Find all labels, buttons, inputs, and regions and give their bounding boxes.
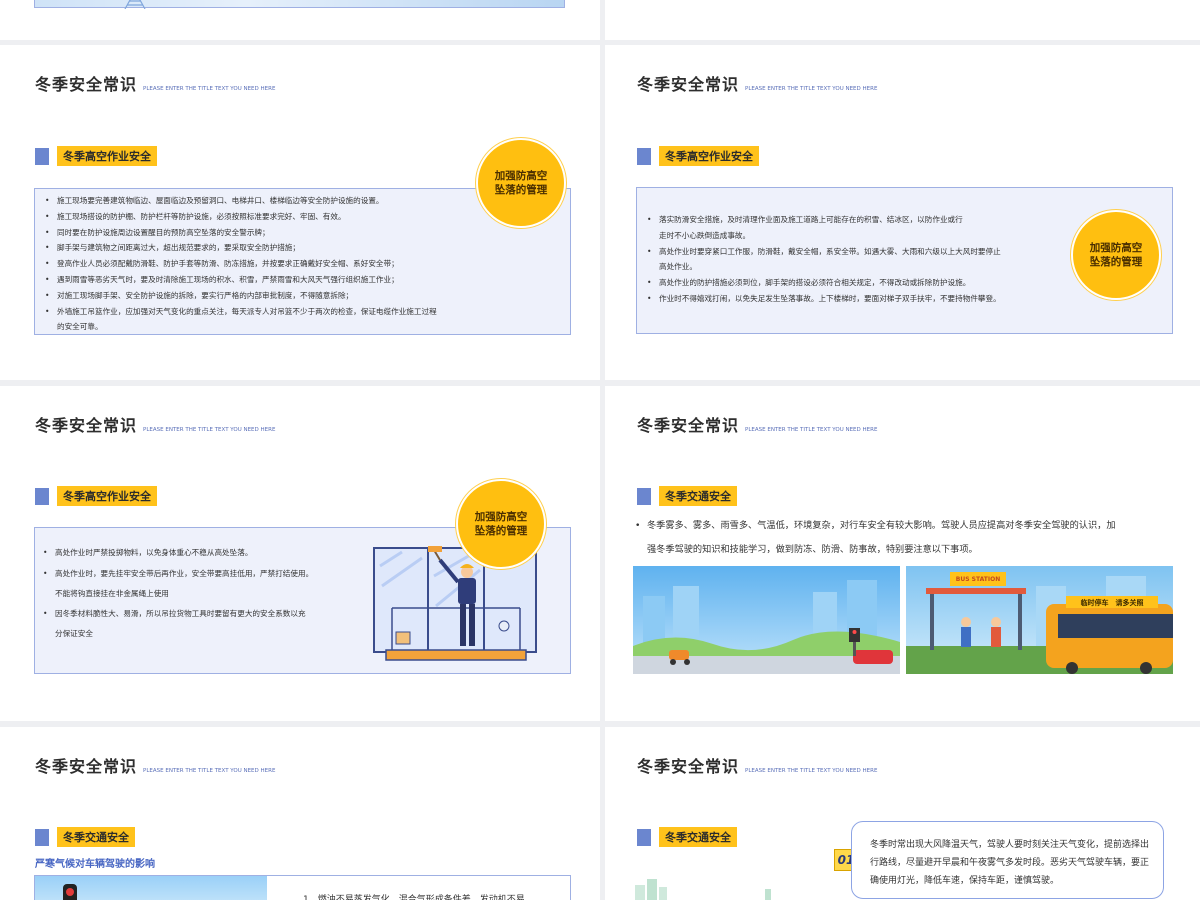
section-label: 冬季交通安全 xyxy=(57,827,135,847)
section-marker xyxy=(35,487,49,505)
slide-subtitle-text: PLEASE ENTER THE TITLE TEXT YOU NEED HER… xyxy=(745,427,878,433)
section-label: 冬季高空作业安全 xyxy=(57,146,157,166)
section-marker xyxy=(637,487,651,505)
section-header: 冬季交通安全 xyxy=(637,827,737,847)
section-header: 冬季高空作业安全 xyxy=(35,146,157,166)
bullet-item-continuation: 的安全可靠。 xyxy=(57,322,103,332)
slide-3: 冬季安全常识 PLEASE ENTER THE TITLE TEXT YOU N… xyxy=(0,386,600,721)
callout-text: 加强防高空 坠落的管理 xyxy=(1089,242,1143,268)
section-marker xyxy=(637,147,651,165)
slide-title-text: 冬季安全常识 xyxy=(35,75,138,94)
section-marker xyxy=(35,147,49,165)
bullet-list: 冬季雾多、雾多、雨雪多、气温低，环境复杂，对行车安全有较大影响。驾驶人员应提高对… xyxy=(635,514,1116,562)
slide-subtitle-text: PLEASE ENTER THE TITLE TEXT YOU NEED HER… xyxy=(143,768,276,774)
slide-subtitle-text: PLEASE ENTER THE TITLE TEXT YOU NEED HER… xyxy=(745,768,878,774)
bullet-item: 外墙施工吊篮作业，应加强对天气变化的重点关注，每天派专人对吊篮不少于两次的检查，… xyxy=(45,304,570,320)
city-skyline-illustration xyxy=(635,879,771,900)
slide-subtitle-text: PLEASE ENTER THE TITLE TEXT YOU NEED HER… xyxy=(745,86,878,92)
section-label: 冬季高空作业安全 xyxy=(659,146,759,166)
slide-title: 冬季安全常识 PLEASE ENTER THE TITLE TEXT YOU N… xyxy=(637,412,877,436)
tower-icon xyxy=(124,0,146,9)
traffic-light-icon xyxy=(63,884,77,900)
slide-top-right-partial xyxy=(605,0,1200,40)
bus-station-sign: BUS STATION xyxy=(955,576,1001,583)
tip-text: 冬季时常出现大风降温天气，驾驶人要时刻关注天气变化，提前选择出行路线，尽量避开早… xyxy=(870,840,1150,886)
slide-title-text: 冬季安全常识 xyxy=(35,757,138,776)
slide-title-text: 冬季安全常识 xyxy=(35,416,138,435)
subsection-heading: 严寒气候对车辆驾驶的影响 xyxy=(35,859,155,870)
callout-circle: 加强防高空 坠落的管理 xyxy=(456,479,546,569)
section-marker xyxy=(637,828,651,846)
slide-5: 冬季安全常识 PLEASE ENTER THE TITLE TEXT YOU N… xyxy=(0,727,600,900)
bullet-item: 登高作业人员必须配戴防滑鞋、防护手套等防滑、防冻措施，并按要求正确戴好安全帽、系… xyxy=(45,256,570,272)
slide-title: 冬季安全常识 PLEASE ENTER THE TITLE TEXT YOU N… xyxy=(637,753,877,777)
bus-sign: 临时停车 请多关照 xyxy=(1080,599,1144,607)
slide-6: 冬季安全常识 PLEASE ENTER THE TITLE TEXT YOU N… xyxy=(605,727,1200,900)
section-marker xyxy=(35,828,49,846)
section-label: 冬季交通安全 xyxy=(659,486,737,506)
slide-title-text: 冬季安全常识 xyxy=(637,416,740,435)
bullet-item: 遇到雨雪等恶劣天气时，要及时清除施工现场的积水、积雪，严禁雨雪和大风天气强行组织… xyxy=(45,272,570,288)
callout-circle: 加强防高空 坠落的管理 xyxy=(476,138,566,228)
slide-title-text: 冬季安全常识 xyxy=(637,75,740,94)
city-street-illustration xyxy=(633,566,900,674)
partial-image-strip xyxy=(34,0,565,9)
bullet-item-continuation: 强冬季驾驶的知识和技能学习，做到防冻、防滑、防事故，特别要注意以下事项。 xyxy=(647,544,978,555)
slide-title: 冬季安全常识 PLEASE ENTER THE TITLE TEXT YOU N… xyxy=(35,71,275,95)
tip-card: 冬季时常出现大风降温天气，驾驶人要时刻关注天气变化，提前选择出行路线，尽量避开早… xyxy=(851,821,1164,899)
section-header: 冬季高空作业安全 xyxy=(35,486,157,506)
callout-circle: 加强防高空 坠落的管理 xyxy=(1071,210,1161,300)
snow-scene-image xyxy=(35,876,267,900)
bullet-item: 同时要在防护设施周边设置醒目的预防高空坠落的安全警示牌； xyxy=(45,225,570,241)
slide-title: 冬季安全常识 PLEASE ENTER THE TITLE TEXT YOU N… xyxy=(35,412,275,436)
bullet-item: 脚手架与建筑物之间距离过大，超出规范要求的，要采取安全防护措施； xyxy=(45,240,570,256)
slide-title: 冬季安全常识 PLEASE ENTER THE TITLE TEXT YOU N… xyxy=(637,71,877,95)
slide-subtitle-text: PLEASE ENTER THE TITLE TEXT YOU NEED HER… xyxy=(143,427,276,433)
slide-top-left-partial xyxy=(0,0,600,40)
slide-2: 冬季安全常识 PLEASE ENTER THE TITLE TEXT YOU N… xyxy=(605,45,1200,380)
slide-title-text: 冬季安全常识 xyxy=(637,757,740,776)
impact-item: 1．燃油不易蒸发气化，混合气形成条件差，发动机不易 xyxy=(303,895,525,900)
content-box: 1．燃油不易蒸发气化，混合气形成条件差，发动机不易 xyxy=(34,875,571,900)
section-header: 冬季交通安全 xyxy=(35,827,135,847)
bus-station-illustration xyxy=(906,566,1173,674)
slide-subtitle-text: PLEASE ENTER THE TITLE TEXT YOU NEED HER… xyxy=(143,86,276,92)
bullet-item: 冬季雾多、雾多、雨雪多、气温低，环境复杂，对行车安全有较大影响。驾驶人员应提高对… xyxy=(635,514,1116,538)
section-label: 冬季交通安全 xyxy=(659,827,737,847)
callout-text: 加强防高空 坠落的管理 xyxy=(474,511,528,537)
slide-1: 冬季安全常识 PLEASE ENTER THE TITLE TEXT YOU N… xyxy=(0,45,600,380)
slide-4: 冬季安全常识 PLEASE ENTER THE TITLE TEXT YOU N… xyxy=(605,386,1200,721)
section-label: 冬季高空作业安全 xyxy=(57,486,157,506)
callout-text: 加强防高空 坠落的管理 xyxy=(494,170,548,196)
slide-title: 冬季安全常识 PLEASE ENTER THE TITLE TEXT YOU N… xyxy=(35,753,275,777)
bullet-item: 对施工现场脚手架、安全防护设施的拆除，要实行严格的内部审批制度，不得随意拆除； xyxy=(45,288,570,304)
section-header: 冬季交通安全 xyxy=(637,486,737,506)
section-header: 冬季高空作业安全 xyxy=(637,146,759,166)
